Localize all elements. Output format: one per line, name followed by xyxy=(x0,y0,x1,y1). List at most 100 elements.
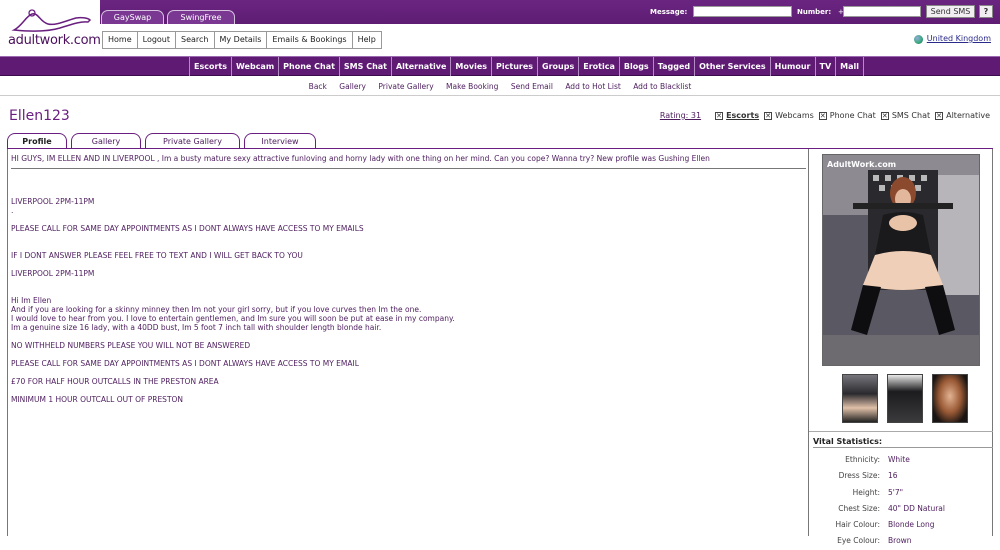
tab-profile[interactable]: Profile xyxy=(7,133,67,149)
check-icon: ✕ xyxy=(935,111,944,120)
message-input[interactable] xyxy=(693,6,792,17)
profile-body: LIVERPOOL 2PM-11PM . PLEASE CALL FOR SAM… xyxy=(11,197,801,404)
service-webcams[interactable]: Webcams xyxy=(775,111,814,120)
cat-sms-chat[interactable]: SMS Chat xyxy=(340,57,392,76)
body-paragraph: MINIMUM 1 HOUR OUTCALL OUT OF PRESTON xyxy=(11,395,184,404)
profile-username: Ellen123 xyxy=(9,108,70,124)
body-paragraph: PLEASE CALL FOR SAME DAY APPOINTMENTS AS… xyxy=(11,359,359,368)
cat-tagged[interactable]: Tagged xyxy=(654,57,696,76)
service-sms-chat[interactable]: SMS Chat xyxy=(892,111,930,120)
check-icon: ✕ xyxy=(764,111,773,120)
body-paragraph: LIVERPOOL 2PM-11PM xyxy=(11,269,95,278)
cat-mall[interactable]: Mall xyxy=(836,57,864,76)
stat-row: Chest Size: 40" DD Natural xyxy=(809,501,993,517)
nav-help[interactable]: Help xyxy=(353,32,381,48)
stat-label: Chest Size: xyxy=(838,503,880,513)
number-input[interactable] xyxy=(843,6,921,17)
divider xyxy=(0,95,1000,96)
message-label: Message: xyxy=(650,8,688,16)
stat-row: Hair Colour: Blonde Long xyxy=(809,517,993,533)
tab-private-gallery[interactable]: Private Gallery xyxy=(145,133,240,149)
stat-value: 16 xyxy=(888,471,898,481)
body-paragraph: NO WITHHELD NUMBERS PLEASE YOU WILL NOT … xyxy=(11,341,251,350)
nav-home[interactable]: Home xyxy=(103,32,138,48)
stat-row: Ethnicity: White xyxy=(809,452,993,468)
main-photo[interactable]: AdultWork.com xyxy=(822,154,980,366)
thumbnail-2[interactable] xyxy=(887,374,923,423)
stat-row: Height: 5'7" xyxy=(809,485,993,501)
number-label: Number: xyxy=(797,8,832,16)
category-bar: Escorts Webcam Phone Chat SMS Chat Alter… xyxy=(0,56,1000,76)
check-icon: ✕ xyxy=(715,111,724,120)
stat-label: Height: xyxy=(852,487,880,497)
globe-icon xyxy=(914,35,923,44)
tab-gayswap[interactable]: GaySwap xyxy=(101,10,164,24)
service-alternative[interactable]: Alternative xyxy=(946,111,990,120)
cat-pictures[interactable]: Pictures xyxy=(492,57,539,76)
check-icon: ✕ xyxy=(818,111,827,120)
profile-sidebar: AdultWork.com Vital Statistics: Ethnicit… xyxy=(809,149,993,545)
cat-alternative[interactable]: Alternative xyxy=(392,57,452,76)
stat-label: Ethnicity: xyxy=(845,455,880,464)
send-sms-button[interactable]: Send SMS xyxy=(926,5,975,18)
logo-text: adultwork.com xyxy=(8,33,101,48)
cat-tv[interactable]: TV xyxy=(816,57,837,76)
thumbnail-strip xyxy=(842,374,977,423)
subnav-add-hot-list[interactable]: Add to Hot List xyxy=(565,82,620,91)
logo-figure-icon xyxy=(11,9,92,32)
body-paragraph: LIVERPOOL 2PM-11PM . xyxy=(11,197,95,215)
rating-link[interactable]: Rating: 31 xyxy=(660,111,701,120)
subnav-gallery[interactable]: Gallery xyxy=(339,82,366,91)
photo-watermark: AdultWork.com xyxy=(827,160,897,169)
cat-webcam[interactable]: Webcam xyxy=(232,57,280,76)
vital-stats: Vital Statistics: Ethnicity: White Dress … xyxy=(809,431,993,550)
subnav-back[interactable]: Back xyxy=(309,82,327,91)
sms-help-button[interactable]: ? xyxy=(979,5,993,18)
stat-value: 5'7" xyxy=(888,487,904,497)
thumbnail-1[interactable] xyxy=(842,374,878,423)
service-escorts[interactable]: Escorts xyxy=(726,111,759,120)
profile-service-links: Rating: 31 ✕ Escorts ✕ Webcams ✕ Phone Chat… xyxy=(660,111,990,120)
nav-emails-bookings[interactable]: Emails & Bookings xyxy=(267,32,353,48)
cat-groups[interactable]: Groups xyxy=(538,57,580,76)
check-icon: ✕ xyxy=(880,111,889,120)
stat-value: Blonde Long xyxy=(888,520,935,530)
profile-intro: HI GUYS, IM ELLEN AND IN LIVERPOOL , Im … xyxy=(11,154,806,169)
cat-erotica[interactable]: Erotica xyxy=(579,57,620,76)
vital-stats-heading: Vital Statistics: xyxy=(813,435,993,448)
cat-escorts[interactable]: Escorts xyxy=(190,57,232,76)
profile-content: HI GUYS, IM ELLEN AND IN LIVERPOOL , Im … xyxy=(7,149,809,536)
cat-phone-chat[interactable]: Phone Chat xyxy=(279,57,340,76)
cat-other-services[interactable]: Other Services xyxy=(695,57,771,76)
body-paragraph: Hi Im Ellen And if you are looking for a… xyxy=(11,296,455,332)
cat-blogs[interactable]: Blogs xyxy=(620,57,654,76)
sub-nav: Back Gallery Private Gallery Make Bookin… xyxy=(0,82,1000,91)
stat-label: Hair Colour: xyxy=(835,520,880,530)
tab-interview[interactable]: Interview xyxy=(244,133,316,149)
main-nav: Home Logout Search My Details Emails & B… xyxy=(102,31,382,49)
nav-search[interactable]: Search xyxy=(176,32,215,48)
cat-movies[interactable]: Movies xyxy=(451,57,493,76)
body-paragraph: £70 FOR HALF HOUR OUTCALLS IN THE PRESTO… xyxy=(11,377,219,386)
profile-tabs: Profile Gallery Private Gallery Intervie… xyxy=(7,133,320,149)
nav-my-details[interactable]: My Details xyxy=(215,32,268,48)
thumbnail-3[interactable] xyxy=(932,374,968,423)
stat-row: Dress Size: 16 xyxy=(809,468,993,484)
service-phone-chat[interactable]: Phone Chat xyxy=(830,111,876,120)
subnav-add-blacklist[interactable]: Add to Blacklist xyxy=(633,82,691,91)
stat-label: Dress Size: xyxy=(838,471,880,481)
logo[interactable]: adultwork.com xyxy=(0,0,101,56)
body-paragraph: IF I DONT ANSWER PLEASE FEEL FREE TO TEX… xyxy=(11,251,303,260)
cat-humour[interactable]: Humour xyxy=(771,57,816,76)
stat-value: 40" DD Natural xyxy=(888,503,945,513)
stat-value: White xyxy=(888,455,910,464)
nav-logout[interactable]: Logout xyxy=(138,32,177,48)
tab-gallery[interactable]: Gallery xyxy=(71,133,141,149)
subnav-send-email[interactable]: Send Email xyxy=(511,82,553,91)
country-link[interactable]: United Kingdom xyxy=(927,34,991,43)
body-paragraph: PLEASE CALL FOR SAME DAY APPOINTMENTS AS… xyxy=(11,224,364,233)
photo-image xyxy=(823,155,979,365)
subnav-private-gallery[interactable]: Private Gallery xyxy=(378,82,433,91)
tab-swingfree[interactable]: SwingFree xyxy=(167,10,235,24)
subnav-make-booking[interactable]: Make Booking xyxy=(446,82,498,91)
